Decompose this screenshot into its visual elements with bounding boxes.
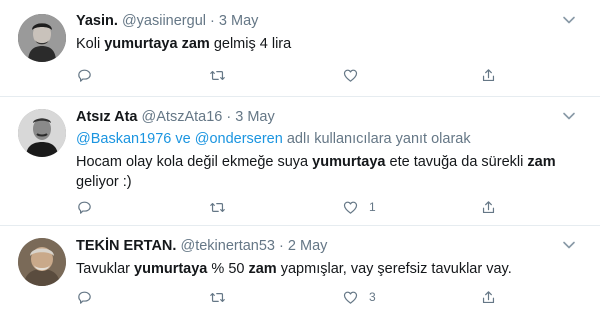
tweet-date[interactable]: 3 May — [235, 109, 275, 125]
like-button[interactable]: 1 — [342, 198, 376, 216]
reply-context: @Baskan1976 ve @onderseren adlı kullanıc… — [76, 129, 576, 149]
highlighted-term: yumurtaya — [134, 261, 208, 277]
tweet-text: Koli yumurtaya zam gelmiş 4 lira — [76, 34, 576, 54]
share-button[interactable] — [480, 66, 507, 84]
author-name[interactable]: Atsız Ata — [76, 109, 138, 125]
tweet-text: Hocam olay kola değil ekmeğe suya yumurt… — [76, 152, 576, 192]
separator: · — [210, 13, 215, 29]
like-button[interactable] — [342, 66, 369, 84]
text-segment: Tavuklar — [76, 261, 135, 277]
tweet-header: Atsız Ata @AtszAta16 · 3 May — [76, 107, 576, 127]
retweet-button[interactable] — [209, 288, 236, 306]
text-segment: Koli — [76, 36, 105, 52]
retweet-icon — [210, 70, 225, 80]
reply-button[interactable] — [76, 66, 103, 84]
reply-icon — [78, 291, 91, 304]
tweet-date[interactable]: 3 May — [219, 13, 259, 29]
heart-icon — [343, 69, 358, 82]
share-icon — [482, 68, 495, 81]
reply-suffix: adlı kullanıcılara yanıt olarak — [282, 131, 471, 147]
separator: · — [226, 109, 232, 125]
share-icon — [482, 290, 495, 303]
heart-icon — [343, 201, 358, 214]
reply-button[interactable] — [76, 288, 103, 306]
like-button[interactable]: 3 — [342, 288, 376, 306]
chevron-down-icon[interactable] — [562, 109, 576, 123]
avatar[interactable] — [18, 14, 66, 62]
tweet-content: TEKİN ERTAN. @tekinertan53 · 2 May Tavuk… — [76, 236, 576, 279]
tweet-actions — [76, 66, 516, 84]
text-segment: Hocam olay kola değil ekmeğe suya — [76, 154, 313, 170]
author-handle[interactable]: @AtszAta16 — [142, 109, 223, 125]
highlighted-term: zam — [248, 261, 277, 277]
tweet[interactable]: Atsız Ata @AtszAta16 · 3 May @Baskan1976… — [0, 97, 600, 226]
author-handle[interactable]: @tekinertan53 — [180, 238, 275, 254]
share-button[interactable] — [480, 288, 507, 306]
text-segment: yapmışlar, vay şerefsiz tavuklar vay. — [276, 261, 512, 277]
retweet-button[interactable] — [209, 198, 236, 216]
reply-icon — [78, 69, 91, 82]
reply-icon — [78, 201, 91, 214]
tweet-content: Atsız Ata @AtszAta16 · 3 May @Baskan1976… — [76, 107, 576, 192]
reply-button[interactable] — [76, 198, 103, 216]
like-count: 1 — [369, 200, 376, 214]
like-count: 3 — [369, 290, 376, 304]
author-name[interactable]: Yasin. — [76, 13, 118, 29]
chevron-down-icon[interactable] — [562, 238, 576, 252]
separator: · — [279, 238, 284, 254]
chevron-down-icon[interactable] — [562, 13, 576, 27]
avatar[interactable] — [18, 109, 66, 157]
tweet-date[interactable]: 2 May — [288, 238, 328, 254]
tweet-actions: 3 — [76, 288, 516, 306]
text-segment: % 50 — [207, 261, 249, 277]
reply-joiner: ve — [171, 131, 195, 147]
avatar-photo — [18, 14, 66, 62]
tweet-content: Yasin. @yasiinergul · 3 May Koli yumurta… — [76, 11, 576, 54]
text-segment: ete tavuğa da sürekli — [385, 154, 528, 170]
heart-icon — [343, 291, 358, 304]
author-handle[interactable]: @yasiinergul — [122, 13, 206, 29]
text-segment: geliyor :) — [76, 174, 132, 190]
avatar[interactable] — [18, 238, 66, 286]
tweet[interactable]: TEKİN ERTAN. @tekinertan53 · 2 May Tavuk… — [0, 226, 600, 314]
tweet-header: TEKİN ERTAN. @tekinertan53 · 2 May — [76, 236, 576, 256]
share-button[interactable] — [480, 198, 507, 216]
retweet-button[interactable] — [209, 66, 236, 84]
retweet-icon — [210, 202, 225, 212]
tweet-feed: Yasin. @yasiinergul · 3 May Koli yumurta… — [0, 0, 600, 314]
mention-link[interactable]: @onderseren — [195, 131, 283, 147]
tweet[interactable]: Yasin. @yasiinergul · 3 May Koli yumurta… — [0, 0, 600, 97]
highlighted-term: zam — [527, 154, 556, 170]
avatar-photo — [18, 238, 66, 286]
mention-link[interactable]: @Baskan1976 — [76, 131, 171, 147]
share-icon — [482, 200, 495, 213]
tweet-text: Tavuklar yumurtaya % 50 zam yapmışlar, v… — [76, 259, 576, 279]
highlighted-term: yumurtaya — [312, 154, 386, 170]
highlighted-term: yumurtaya zam — [104, 36, 210, 52]
tweet-header: Yasin. @yasiinergul · 3 May — [76, 11, 576, 31]
tweet-actions: 1 — [76, 198, 516, 216]
retweet-icon — [210, 292, 225, 302]
avatar-photo — [18, 109, 66, 157]
text-segment: gelmiş 4 lira — [209, 36, 292, 52]
author-name[interactable]: TEKİN ERTAN. — [76, 238, 176, 254]
